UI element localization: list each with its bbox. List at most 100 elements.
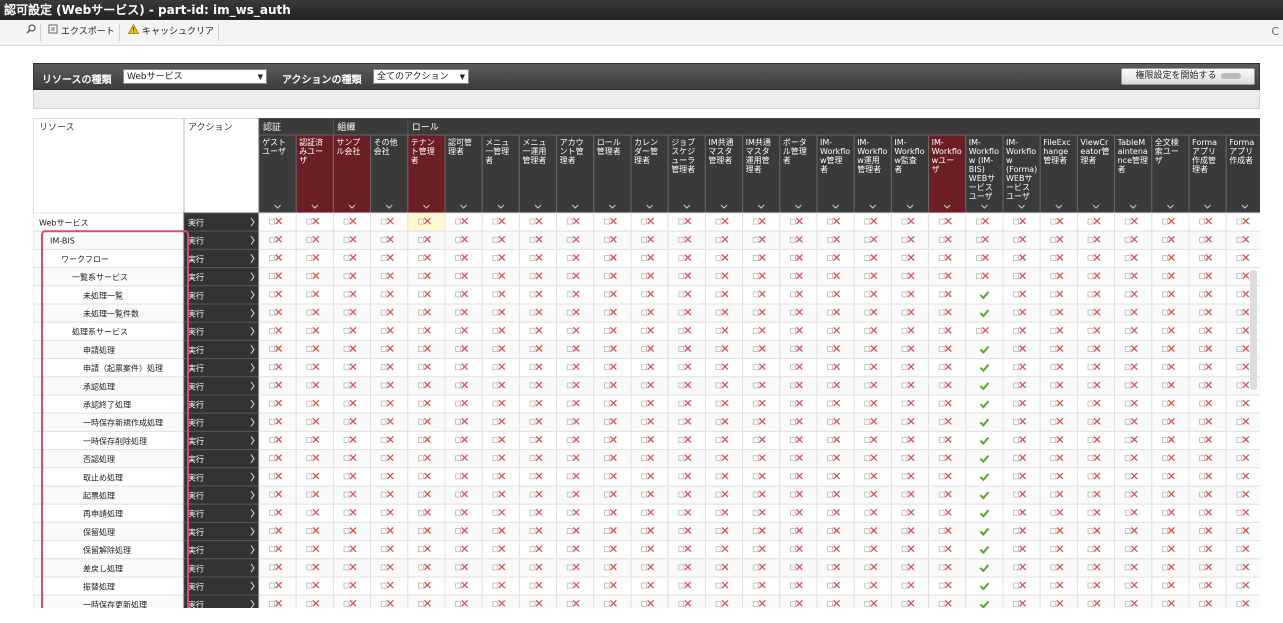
- resource-type-value: Webサービス: [127, 72, 183, 82]
- column-header-label: ゲストユーザ: [262, 137, 286, 156]
- permission-cell[interactable]: [965, 467, 1004, 487]
- column-header-label: Forma アプリ作成者: [1229, 138, 1254, 165]
- permission-cell[interactable]: [965, 576, 1004, 596]
- toolbar: エクスポート キャッシュクリア C: [0, 20, 1283, 46]
- permission-cell[interactable]: [1225, 248, 1260, 269]
- action-label: 実行: [188, 582, 204, 592]
- action-label: 実行: [188, 309, 204, 319]
- resource-label: 保留処理: [83, 527, 115, 537]
- permission-cell[interactable]: [1225, 212, 1260, 232]
- resource-label: 承認処理: [83, 381, 115, 391]
- resource-label: 承認終了処理: [83, 400, 131, 410]
- search-button[interactable]: [22, 24, 41, 41]
- action-header: アクション: [188, 122, 233, 133]
- resource-label: 差戻し処理: [83, 563, 123, 573]
- resource-label: 申請（起票案件）処理: [83, 363, 163, 373]
- chevron-down-icon: ▼: [459, 73, 465, 81]
- permission-cell[interactable]: [1225, 430, 1260, 451]
- resource-label: 取止め処理: [83, 472, 123, 482]
- toggle-icon: [1220, 72, 1241, 79]
- resource-label: 保留解除処理: [83, 545, 131, 555]
- column-header-label: メニュ一運用管理者: [522, 138, 546, 165]
- column-group-label: 認証: [263, 121, 281, 133]
- resource-label: 振替処理: [83, 582, 115, 592]
- resource-label: 起票処理: [83, 491, 115, 501]
- start-permission-button[interactable]: 権限設定を開始する: [1121, 68, 1255, 85]
- magnifier-icon: [26, 24, 36, 41]
- permission-cell[interactable]: [1225, 449, 1260, 469]
- cache-clear-button[interactable]: キャッシュクリア: [124, 23, 220, 41]
- column-header-label: IM共通マスタ管理者: [708, 137, 733, 165]
- action-label: 実行: [188, 272, 204, 282]
- permission-cell[interactable]: [965, 503, 1004, 523]
- permission-cell[interactable]: [965, 303, 1004, 323]
- action-type-select[interactable]: 全てのアクション ▼: [373, 69, 469, 84]
- action-label: 実行: [188, 236, 204, 246]
- action-label: 実行: [188, 290, 204, 300]
- window-title: 認可設定 (Webサービス) - part-id: im_ws_auth: [0, 0, 1283, 20]
- permission-cell[interactable]: [1225, 467, 1260, 487]
- action-label: 実行: [188, 472, 204, 482]
- start-permission-label: 権限設定を開始する: [1135, 71, 1217, 81]
- vertical-scrollbar[interactable]: [1250, 270, 1257, 390]
- refresh-icon[interactable]: C: [1271, 25, 1279, 38]
- permission-cell[interactable]: [965, 394, 1004, 414]
- column-header-label: ジョブスケジューラ管理者: [671, 137, 695, 174]
- resource-label: 未処理一覧件数: [83, 309, 139, 319]
- permission-cell[interactable]: [1225, 230, 1260, 250]
- action-label: 実行: [188, 327, 204, 337]
- permission-cell[interactable]: [965, 339, 1004, 360]
- permission-cell[interactable]: [1225, 558, 1260, 578]
- permission-cell[interactable]: [965, 430, 1004, 451]
- resource-label: ワークフロー: [61, 255, 109, 264]
- permission-cell[interactable]: [1225, 412, 1260, 432]
- permission-cell[interactable]: [965, 521, 1004, 542]
- permission-cell[interactable]: [965, 485, 1004, 505]
- resource-header: リソース: [39, 123, 75, 133]
- chevron-down-icon: ▼: [257, 73, 263, 81]
- column-header-label: ロール管理者: [597, 138, 621, 156]
- permission-cell[interactable]: [965, 412, 1004, 432]
- permission-cell[interactable]: [965, 285, 1004, 305]
- permission-cell[interactable]: [965, 558, 1004, 578]
- action-label: 実行: [188, 400, 204, 410]
- action-label: 実行: [188, 454, 204, 464]
- permission-cell[interactable]: [1225, 485, 1260, 505]
- action-label: 実行: [188, 254, 204, 264]
- column-group-label: 組織: [337, 121, 355, 133]
- resource-label: 否認処理: [83, 454, 115, 464]
- action-label: 実行: [188, 381, 204, 391]
- resource-type-select[interactable]: Webサービス ▼: [123, 69, 267, 84]
- export-label: エクスポート: [61, 27, 115, 37]
- column-header-label: サンプル会社: [336, 138, 360, 156]
- resource-label: 一時保存新規作成処理: [83, 418, 163, 428]
- permission-cell[interactable]: [1225, 503, 1260, 523]
- permission-cell[interactable]: [1225, 521, 1260, 542]
- cache-clear-label: キャッシュクリア: [142, 27, 215, 37]
- action-label: 実行: [188, 527, 204, 537]
- action-label: 実行: [188, 436, 204, 446]
- permission-cell[interactable]: [965, 358, 1004, 378]
- permission-cell[interactable]: [1225, 394, 1260, 414]
- permission-cell[interactable]: [965, 449, 1004, 469]
- warning-icon: [127, 23, 140, 41]
- auth-panel: リソースの種類 Webサービス ▼ アクションの種類 全てのアクション ▼ 権限…: [33, 63, 1260, 623]
- resource-label: 一時保存削除処理: [83, 436, 147, 446]
- permission-cell[interactable]: [1225, 540, 1260, 560]
- action-label: 実行: [188, 418, 204, 428]
- permission-grid: リソース アクション 認証 組織 ロール ゲストユーザ 認証済みユーザ サンプル会社 その他会社…: [33, 118, 1260, 608]
- permission-cell[interactable]: [965, 540, 1004, 560]
- action-type-value: 全てのアクション: [377, 72, 449, 82]
- permission-grid-svg: リソース アクション 認証 組織 ロールゲストユーザ認証済みユーザサンプル会社その他会社…: [33, 118, 1260, 608]
- action-label: 実行: [188, 509, 204, 519]
- resource-label: 再申請処理: [83, 509, 123, 519]
- permission-cell[interactable]: [1225, 576, 1260, 596]
- export-button[interactable]: エクスポート: [44, 24, 120, 41]
- filter-bar: リソースの種類 Webサービス ▼ アクションの種類 全てのアクション ▼ 権限…: [33, 63, 1260, 90]
- permission-cell[interactable]: [965, 376, 1004, 396]
- sub-toolbar: [33, 90, 1260, 109]
- resource-label: 一覧系サービス: [72, 272, 128, 282]
- export-icon: [48, 24, 58, 41]
- action-label: 実行: [188, 563, 204, 573]
- column-header-label: FileExc hange 管理者: [1043, 138, 1070, 165]
